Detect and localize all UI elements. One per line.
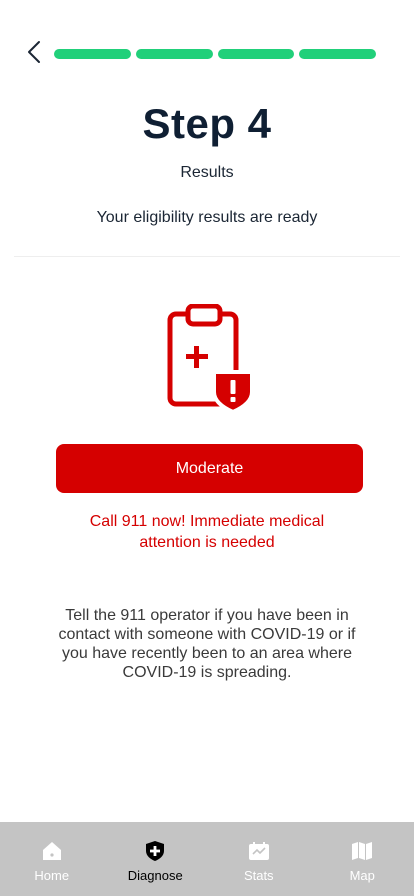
progress-segment [135,49,213,59]
tab-map[interactable]: Map [311,822,414,896]
alert-text: Call 911 now! Immediate medical attentio… [89,513,325,551]
chevron-left-icon [28,41,40,63]
tab-stats[interactable]: Stats [207,822,311,896]
tab-diagnose[interactable]: Diagnose [104,822,208,896]
tab-label: Map [349,868,375,883]
home-icon [41,840,63,862]
bottom-tab-bar: Home Diagnose Stats Map [0,822,414,896]
page-title: Step 4 [142,100,272,147]
severity-button[interactable]: Moderate [56,444,363,493]
clipboard-medical-alert-icon [166,303,254,415]
progress-segment [54,49,131,59]
tab-label: Stats [243,868,274,883]
page-subtitle: Results [180,164,234,181]
back-button[interactable] [22,38,46,66]
tab-label: Home [34,868,70,883]
shield-plus-icon [144,840,166,862]
stats-icon [248,840,270,862]
advice-text: Tell the 911 operator if you have been i… [58,607,356,681]
tab-home[interactable]: Home [0,822,104,896]
progress-segment [217,49,295,59]
map-icon [351,840,373,862]
progress-segment [299,49,376,59]
tab-label: Diagnose [127,868,183,883]
progress-bar [54,49,376,59]
page-description: Your eligibility results are ready [96,209,318,226]
divider [14,256,400,257]
